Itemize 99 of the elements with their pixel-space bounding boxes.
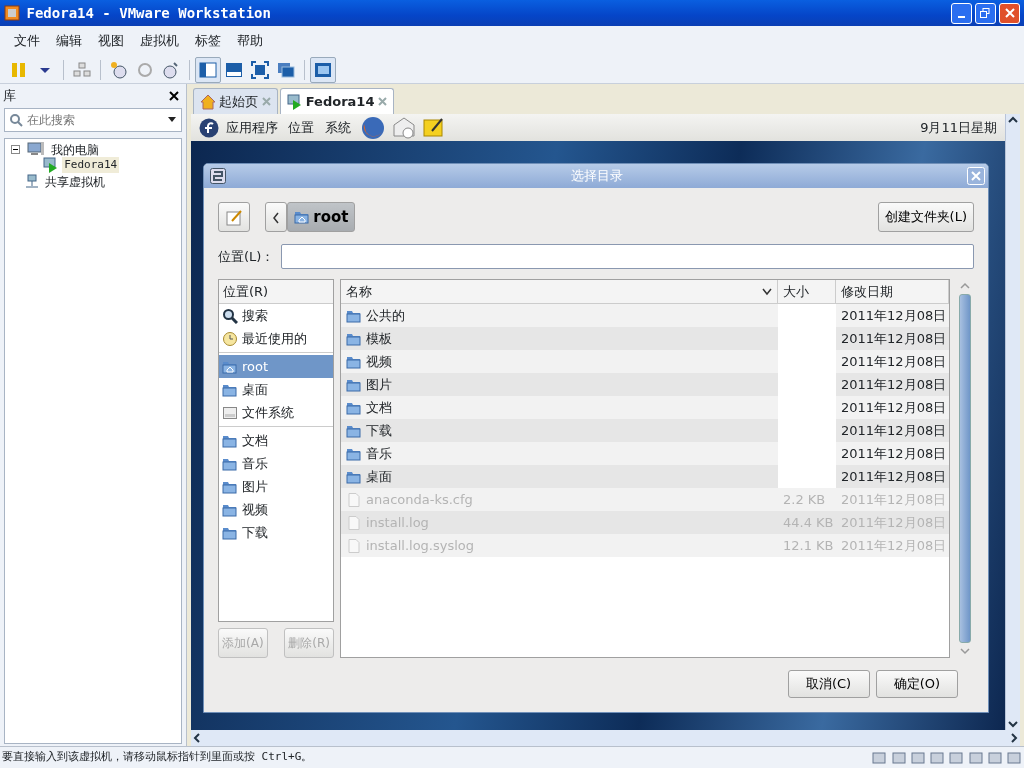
caret-icon[interactable] <box>168 117 176 123</box>
close-button[interactable] <box>999 2 1020 24</box>
menu-item[interactable]: 文件 <box>6 28 48 54</box>
network-share-icon <box>25 173 40 189</box>
back-button[interactable] <box>264 202 287 232</box>
column-header[interactable]: 大小 <box>778 280 836 303</box>
table-cell: 2011年12月08日 <box>836 442 949 465</box>
table-cell: 2011年12月08日 <box>836 465 949 488</box>
place-item[interactable]: 下载 <box>219 521 333 544</box>
restore-button[interactable] <box>974 2 996 24</box>
column-header[interactable]: 名称 <box>341 280 778 303</box>
computer-icon <box>27 141 46 157</box>
table-cell: 2011年12月08日 <box>836 327 949 350</box>
panel-menu[interactable]: 系统 <box>324 117 351 138</box>
file-icon <box>346 491 362 508</box>
table-cell: 2.2 KB <box>778 488 836 511</box>
file-name-cell[interactable]: 视频 <box>341 350 778 373</box>
table-cell: 12.1 KB <box>778 534 836 557</box>
clock-icon <box>222 330 238 347</box>
file-name-cell[interactable]: 模板 <box>341 327 778 350</box>
scrollbar[interactable] <box>191 730 1020 746</box>
place-item[interactable]: 文档 <box>219 429 333 452</box>
window-menu-icon[interactable] <box>210 168 226 184</box>
place-item[interactable]: 搜索 <box>219 304 333 327</box>
table-cell: 2011年12月08日 <box>836 419 949 442</box>
file-icon <box>346 514 362 531</box>
file-name-cell[interactable]: 音乐 <box>341 442 778 465</box>
place-item[interactable]: 图片 <box>219 475 333 498</box>
place-item[interactable]: 文件系统 <box>219 401 333 424</box>
panel-menu[interactable]: 位置 <box>288 117 314 138</box>
sort-caret-icon <box>762 287 772 296</box>
create-folder-button[interactable]: 创建文件夹(L) <box>877 202 974 232</box>
tab[interactable]: Fedora14 <box>279 88 394 114</box>
close-icon <box>1004 8 1015 18</box>
menu-item[interactable]: 视图 <box>90 28 132 54</box>
restore-icon <box>980 8 991 18</box>
sidebar-icon[interactable] <box>195 56 221 83</box>
arrow-right-icon[interactable] <box>1008 732 1020 744</box>
file-name-cell: install.log.syslog <box>341 534 778 557</box>
minimize-icon <box>957 16 965 18</box>
tree-item[interactable]: 共享虚拟机 <box>42 173 107 189</box>
dialog-title: 选择目录 <box>569 167 624 186</box>
file-name-cell[interactable]: 公共的 <box>341 304 778 327</box>
ok-button[interactable]: 确定(O) <box>876 670 958 698</box>
home-folder-icon <box>294 209 310 225</box>
table-cell: 2011年12月08日 <box>836 396 949 419</box>
file-name-cell[interactable]: 图片 <box>341 373 778 396</box>
arrow-down-icon[interactable] <box>1007 718 1019 730</box>
search-field[interactable]: 在此搜索 <box>4 108 182 132</box>
status-text: 要直接输入到该虚拟机，请移动鼠标指针到里面或按 Ctrl+G。 <box>2 749 314 766</box>
library-title: 库 <box>3 87 17 106</box>
collapse-icon[interactable] <box>11 144 20 154</box>
window-title: Fedora14 - VMware Workstation <box>26 3 272 23</box>
panel-menu[interactable]: 应用程序 <box>225 117 278 138</box>
place-item[interactable]: 桌面 <box>219 378 333 401</box>
column-header: 位置(R) <box>219 280 333 304</box>
place-item[interactable]: 视频 <box>219 498 333 521</box>
location-field[interactable] <box>280 244 974 269</box>
table-cell: 2011年12月08日 <box>836 304 949 327</box>
place-item[interactable]: 最近使用的 <box>219 327 333 350</box>
arrow-left-icon[interactable] <box>191 732 203 744</box>
chevron-left-icon <box>271 211 280 224</box>
location-label: 位置(L)： <box>218 247 275 266</box>
minimize-button[interactable] <box>950 2 972 24</box>
console-view-icon[interactable] <box>310 56 336 83</box>
vm-play-icon <box>286 93 303 110</box>
home-icon <box>200 93 216 110</box>
menu-item[interactable]: 编辑 <box>48 28 90 54</box>
cancel-button[interactable]: 取消(C) <box>787 670 870 698</box>
tree-item[interactable]: 我的电脑 <box>48 141 101 157</box>
close-icon[interactable] <box>168 91 179 101</box>
table-cell: 2011年12月08日 <box>836 373 949 396</box>
edit-location-button[interactable] <box>218 202 250 232</box>
menu-item[interactable]: 虚拟机 <box>132 28 187 54</box>
scrollbar[interactable] <box>1005 114 1020 730</box>
column-header[interactable]: 修改日期 <box>836 280 949 303</box>
file-name-cell: anaconda-ks.cfg <box>341 488 778 511</box>
menu-item[interactable]: 标签 <box>187 28 229 54</box>
path-button[interactable]: root <box>287 202 356 232</box>
table-cell: 2011年12月08日 <box>836 488 949 511</box>
search-icon <box>222 307 238 324</box>
place-item[interactable]: 音乐 <box>219 452 333 475</box>
pencil-icon <box>225 208 243 227</box>
search-icon <box>9 113 23 127</box>
vm-play-icon <box>43 157 59 173</box>
menu-item[interactable]: 帮助 <box>229 28 271 54</box>
app-icon <box>4 5 20 21</box>
table-cell: 2011年12月08日 <box>836 350 949 373</box>
tab[interactable]: 起始页 <box>193 88 278 114</box>
file-name-cell[interactable]: 下载 <box>341 419 778 442</box>
table-cell: 2011年12月08日 <box>836 534 949 557</box>
panel-clock: 9月11日星期 <box>920 118 997 137</box>
file-icon <box>346 537 362 554</box>
browser-icon[interactable] <box>361 115 385 140</box>
file-name-cell[interactable]: 桌面 <box>341 465 778 488</box>
drive-icon <box>222 404 238 421</box>
fedora-logo-icon[interactable] <box>199 117 219 138</box>
tree-item[interactable]: Fedora14 <box>62 157 120 173</box>
file-name-cell[interactable]: 文档 <box>341 396 778 419</box>
